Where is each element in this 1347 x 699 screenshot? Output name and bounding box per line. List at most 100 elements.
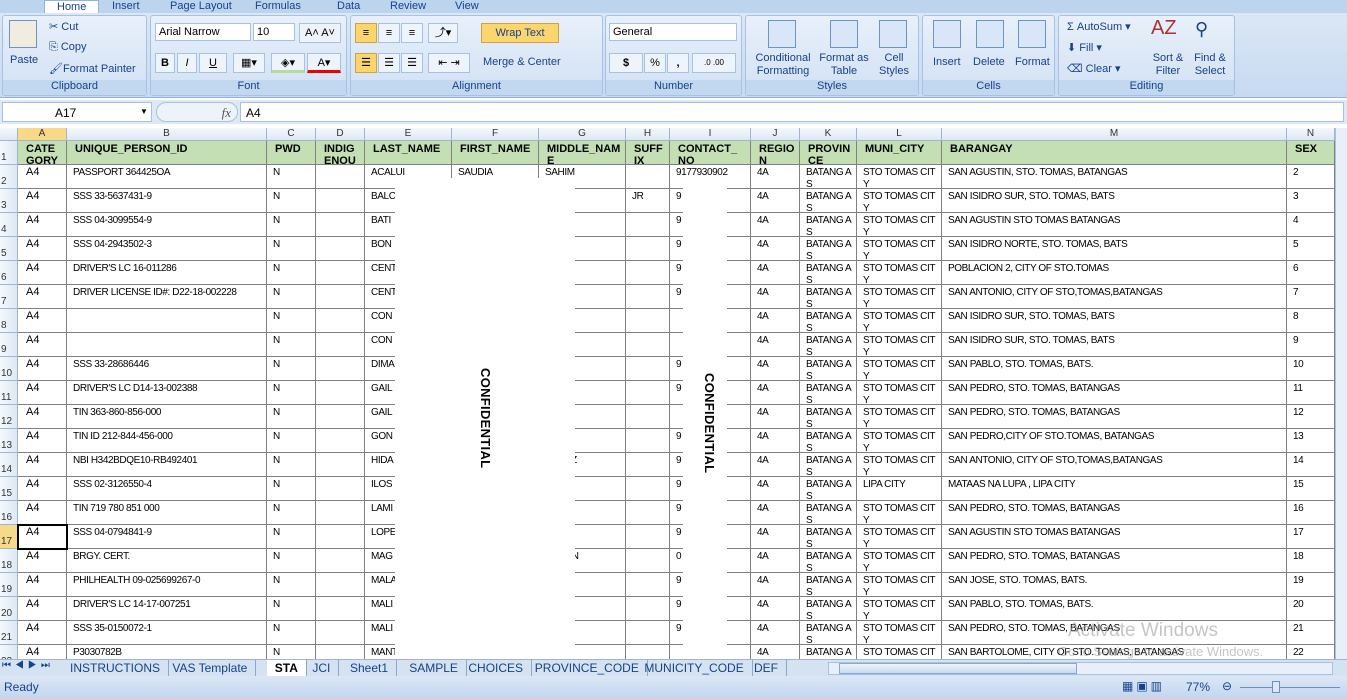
cell-B22[interactable]: P3030782B — [67, 645, 267, 659]
font-color-icon[interactable]: A▾ — [307, 53, 341, 73]
cell-N5[interactable]: 5 — [1287, 237, 1335, 261]
cell-H3[interactable]: JR — [626, 189, 670, 213]
column-header-E[interactable]: E — [365, 128, 452, 141]
grow-shrink-font-buttons[interactable]: A˄ A˅ — [299, 23, 341, 43]
cell-L11[interactable]: STO TOMAS CITY — [857, 381, 942, 405]
cell-D11[interactable] — [316, 381, 365, 405]
cell-D17[interactable] — [316, 525, 365, 549]
row-header-16[interactable]: 16 — [0, 501, 18, 525]
cell-B7[interactable]: DRIVER LICENSE ID#: D22-18-002228 — [67, 285, 267, 309]
cell-C2[interactable]: N — [267, 165, 316, 189]
cell-A18[interactable]: A4 — [18, 549, 67, 573]
tab-data[interactable]: Data — [333, 0, 364, 13]
cell-M2[interactable]: SAN AGUSTIN, STO. TOMAS, BATANGAS — [942, 165, 1287, 189]
cell-B15[interactable]: SSS 02-3126550-4 — [67, 477, 267, 501]
cell-D4[interactable] — [316, 213, 365, 237]
cell-B12[interactable]: TIN 363-860-856-000 — [67, 405, 267, 429]
cell-B17[interactable]: SSS 04-0794841-9 — [67, 525, 267, 549]
sheet-tab-choices[interactable]: CHOICES — [460, 660, 533, 676]
cell-K10[interactable]: BATANG AS — [800, 357, 857, 381]
row-header-17[interactable]: 17 — [0, 525, 18, 549]
name-box[interactable]: A17 — [2, 102, 152, 122]
column-header-B[interactable]: B — [67, 128, 267, 141]
cell-K4[interactable]: BATANG AS — [800, 213, 857, 237]
cell-C10[interactable]: N — [267, 357, 316, 381]
cell-H9[interactable] — [626, 333, 670, 357]
cell-N2[interactable]: 2 — [1287, 165, 1335, 189]
header-cell-k[interactable]: PROVIN CE — [800, 141, 857, 165]
cell-C12[interactable]: N — [267, 405, 316, 429]
font-size-select[interactable]: 10 — [253, 23, 295, 41]
cell-D6[interactable] — [316, 261, 365, 285]
header-cell-f[interactable]: FIRST_NAME — [452, 141, 539, 165]
column-header-D[interactable]: D — [316, 128, 365, 141]
cell-N8[interactable]: 8 — [1287, 309, 1335, 333]
header-cell-c[interactable]: PWD — [267, 141, 316, 165]
cell-L20[interactable]: STO TOMAS CITY — [857, 597, 942, 621]
cell-K3[interactable]: BATANG AS — [800, 189, 857, 213]
row-header-22[interactable]: 22 — [0, 645, 18, 659]
cell-M19[interactable]: SAN JOSE, STO. TOMAS, BATS. — [942, 573, 1287, 597]
cell-K19[interactable]: BATANG AS — [800, 573, 857, 597]
cell-N18[interactable]: 18 — [1287, 549, 1335, 573]
cell-J14[interactable]: 4A — [751, 453, 800, 477]
header-cell-j[interactable]: REGIO N — [751, 141, 800, 165]
cell-C21[interactable]: N — [267, 621, 316, 645]
column-header-G[interactable]: G — [539, 128, 626, 141]
cell-L13[interactable]: STO TOMAS CITY — [857, 429, 942, 453]
cell-J11[interactable]: 4A — [751, 381, 800, 405]
cell-K16[interactable]: BATANG AS — [800, 501, 857, 525]
cell-N6[interactable]: 6 — [1287, 261, 1335, 285]
header-cell-n[interactable]: SEX — [1287, 141, 1335, 165]
cell-N16[interactable]: 16 — [1287, 501, 1335, 525]
cell-D8[interactable] — [316, 309, 365, 333]
view-buttons-icon[interactable]: ▦▣▥ — [1122, 679, 1165, 693]
row-header-15[interactable]: 15 — [0, 477, 18, 501]
scrollbar-thumb[interactable] — [839, 663, 1077, 674]
cell-H21[interactable] — [626, 621, 670, 645]
cell-D15[interactable] — [316, 477, 365, 501]
cell-L6[interactable]: STO TOMAS CITY — [857, 261, 942, 285]
cell-D2[interactable] — [316, 165, 365, 189]
cell-A4[interactable]: A4 — [18, 213, 67, 237]
cell-D7[interactable] — [316, 285, 365, 309]
cell-L15[interactable]: LIPA CITY — [857, 477, 942, 501]
cell-J9[interactable]: 4A — [751, 333, 800, 357]
row-header-12[interactable]: 12 — [0, 405, 18, 429]
column-header-N[interactable]: N — [1287, 128, 1335, 141]
cell-M9[interactable]: SAN ISIDRO SUR, STO. TOMAS, BATS — [942, 333, 1287, 357]
cell-A10[interactable]: A4 — [18, 357, 67, 381]
cell-L9[interactable]: STO TOMAS CITY — [857, 333, 942, 357]
row-header-5[interactable]: 5 — [0, 237, 18, 261]
cell-M15[interactable]: MATAAS NA LUPA , LIPA CITY — [942, 477, 1287, 501]
header-cell-h[interactable]: SUFF IX — [626, 141, 670, 165]
cell-B11[interactable]: DRIVER'S LC D14-13-002388 — [67, 381, 267, 405]
font-name-select[interactable]: Arial Narrow — [155, 23, 251, 41]
cell-M3[interactable]: SAN ISIDRO SUR, STO. TOMAS, BATS — [942, 189, 1287, 213]
cell-L21[interactable]: STO TOMAS CITY — [857, 621, 942, 645]
cell-B16[interactable]: TIN 719 780 851 000 — [67, 501, 267, 525]
cell-M5[interactable]: SAN ISIDRO NORTE, STO. TOMAS, BATS — [942, 237, 1287, 261]
header-cell-a[interactable]: CATE GORY — [18, 141, 67, 165]
cell-B20[interactable]: DRIVER'S LC 14-17-007251 — [67, 597, 267, 621]
cell-D3[interactable] — [316, 189, 365, 213]
cell-N7[interactable]: 7 — [1287, 285, 1335, 309]
sheet-nav-arrows-icon[interactable]: ⏮◀▶⏭ — [2, 660, 54, 671]
cell-L19[interactable]: STO TOMAS CITY — [857, 573, 942, 597]
row-header-7[interactable]: 7 — [0, 285, 18, 309]
cell-A21[interactable]: A4 — [18, 621, 67, 645]
cell-N19[interactable]: 19 — [1287, 573, 1335, 597]
row-header-14[interactable]: 14 — [0, 453, 18, 477]
cell-K6[interactable]: BATANG AS — [800, 261, 857, 285]
cell-N20[interactable]: 20 — [1287, 597, 1335, 621]
cell-C20[interactable]: N — [267, 597, 316, 621]
formula-input[interactable]: A4 — [240, 102, 1344, 122]
cell-M13[interactable]: SAN PEDRO,CITY OF STO.TOMAS, BATANGAS — [942, 429, 1287, 453]
cell-H17[interactable] — [626, 525, 670, 549]
cell-J5[interactable]: 4A — [751, 237, 800, 261]
cell-C15[interactable]: N — [267, 477, 316, 501]
cell-H12[interactable] — [626, 405, 670, 429]
column-header-K[interactable]: K — [800, 128, 857, 141]
cell-H15[interactable] — [626, 477, 670, 501]
cell-B19[interactable]: PHILHEALTH 09-025699267-0 — [67, 573, 267, 597]
